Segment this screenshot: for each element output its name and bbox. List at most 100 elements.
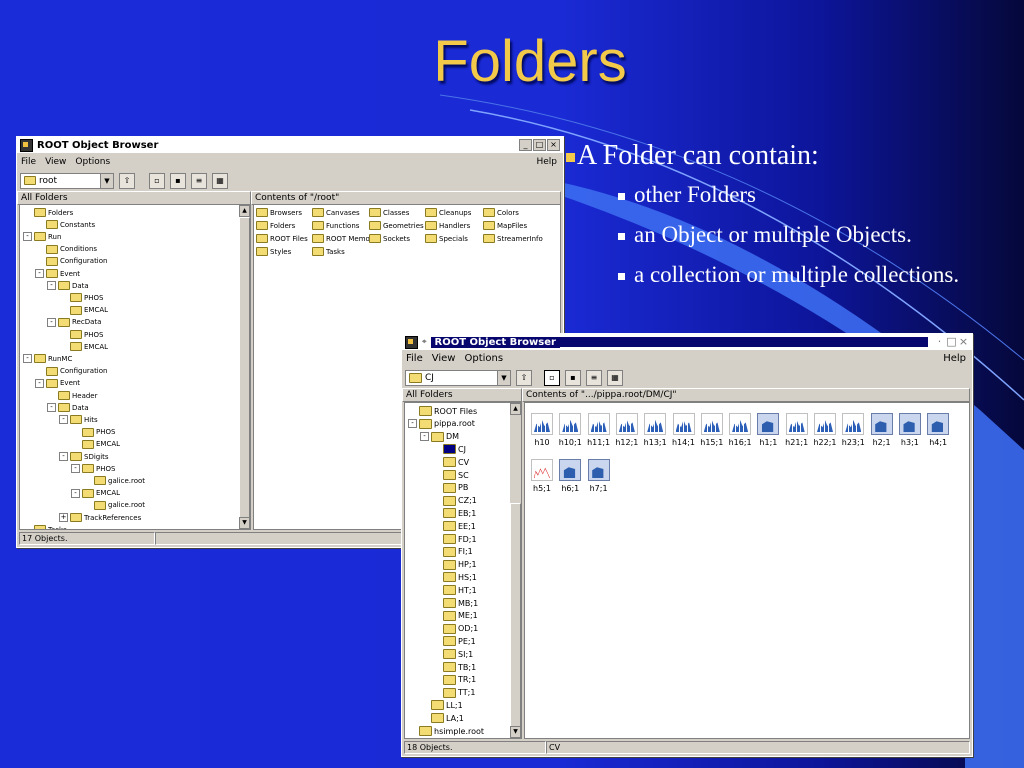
histogram-item[interactable]: h14;1	[670, 413, 698, 447]
content-item[interactable]: Tasks	[312, 247, 345, 256]
histogram-item[interactable]: h11;1	[585, 413, 613, 447]
content-item[interactable]: Cleanups	[425, 208, 471, 217]
window-titlebar[interactable]: ROOT Object Browser _ □ ×	[17, 137, 563, 153]
tree-item[interactable]: LA;1	[420, 712, 464, 724]
scrollbar[interactable]: ▲ ▼	[239, 205, 250, 529]
histogram-item[interactable]: h5;1	[528, 459, 556, 493]
expand-icon[interactable]: +	[59, 513, 68, 522]
chevron-down-icon[interactable]: ▼	[100, 173, 113, 188]
menu-options[interactable]: Options	[464, 353, 503, 364]
tree-item[interactable]: - SDigits	[59, 451, 109, 462]
large-icons-button[interactable]: ▫	[544, 369, 560, 386]
collapse-icon[interactable]: -	[47, 317, 56, 327]
path-combo[interactable]: CJ ▼	[405, 369, 511, 386]
content-item[interactable]: Sockets	[369, 234, 410, 243]
tree-item[interactable]: - EMCAL	[71, 488, 120, 499]
path-combo[interactable]: root ▼	[20, 172, 114, 189]
chevron-down-icon[interactable]: ▼	[497, 370, 510, 385]
content-item[interactable]: Functions	[312, 221, 359, 230]
content-item[interactable]: StreamerInfo	[483, 234, 543, 243]
content-item[interactable]: Folders	[256, 221, 295, 230]
minimize-button[interactable]: ·	[934, 336, 945, 347]
tree-item[interactable]: EMCAL	[59, 341, 108, 352]
scroll-up-button[interactable]: ▲	[239, 205, 250, 217]
tree-item[interactable]: Header	[47, 390, 98, 401]
folder-up-button[interactable]: ⇧	[119, 172, 135, 189]
histogram-item[interactable]: h12;1	[613, 413, 641, 447]
collapse-icon[interactable]: -	[35, 378, 44, 388]
tree-item[interactable]: + TrackReferences	[59, 512, 141, 523]
tree-item[interactable]: - Event	[35, 268, 80, 279]
maximize-button[interactable]: □	[946, 336, 957, 347]
collapse-icon[interactable]: -	[23, 354, 32, 364]
collapse-icon[interactable]: -	[408, 419, 417, 429]
tree-item[interactable]: PE;1	[432, 635, 476, 647]
tree-item[interactable]: - Run	[23, 231, 61, 242]
collapse-icon[interactable]: -	[23, 232, 32, 242]
tree-item[interactable]: Configuration	[35, 366, 107, 377]
histogram-item[interactable]: h21;1	[783, 413, 811, 447]
histogram-item[interactable]: h7;1	[585, 459, 613, 493]
histogram-item[interactable]: h23;1	[839, 413, 867, 447]
collapse-icon[interactable]: -	[59, 452, 68, 461]
content-item[interactable]: ROOT Memory	[312, 234, 377, 243]
large-icons-button[interactable]: ▫	[149, 172, 165, 189]
content-item[interactable]: Handlers	[425, 221, 470, 230]
tree-item[interactable]: - Data	[47, 280, 89, 291]
tree-item[interactable]: - Event	[35, 378, 80, 389]
close-button[interactable]: ×	[547, 139, 560, 151]
tree-item[interactable]: MB;1	[432, 597, 478, 609]
folder-up-button[interactable]: ⇧	[516, 369, 532, 386]
tree-item[interactable]: EB;1	[432, 507, 476, 519]
tree-item[interactable]: - Hits	[59, 414, 98, 425]
content-item[interactable]: Browsers	[256, 208, 302, 217]
tree-item[interactable]: galice.root	[83, 475, 145, 486]
tree-item[interactable]: TB;1	[432, 661, 476, 673]
tree-item[interactable]: Configuration	[35, 256, 107, 267]
list-view-button[interactable]: ≡	[191, 172, 207, 189]
tree-item[interactable]: PHOS	[59, 292, 103, 303]
scroll-down-button[interactable]: ▼	[239, 517, 250, 529]
tree-item[interactable]: PHOS	[59, 329, 103, 340]
content-item[interactable]: Geometries	[369, 221, 424, 230]
histogram-item[interactable]: h15;1	[698, 413, 726, 447]
content-item[interactable]: MapFiles	[483, 221, 527, 230]
histogram-item[interactable]: h4;1	[924, 413, 952, 447]
menu-view[interactable]: View	[45, 157, 66, 167]
maximize-button[interactable]: □	[533, 139, 546, 151]
tree-item[interactable]: - Data	[47, 402, 89, 413]
collapse-icon[interactable]: -	[47, 403, 56, 413]
tree-item[interactable]: Folders	[23, 207, 73, 218]
histogram-item[interactable]: h10;1	[556, 413, 584, 447]
tree-item[interactable]: Tasks	[23, 524, 67, 529]
collapse-icon[interactable]: -	[59, 415, 68, 425]
histogram-item[interactable]: h22;1	[811, 413, 839, 447]
tree-item[interactable]: hsimple.root	[408, 725, 484, 737]
small-icons-button[interactable]: ▪	[170, 172, 186, 189]
scroll-down-button[interactable]: ▼	[510, 726, 521, 738]
content-item[interactable]: Colors	[483, 208, 519, 217]
tree-item[interactable]: EE;1	[432, 520, 476, 532]
histogram-item[interactable]: h13;1	[641, 413, 669, 447]
details-view-button[interactable]: ▦	[212, 172, 228, 189]
tree-item[interactable]: CV	[432, 456, 469, 468]
tree-item[interactable]: EMCAL	[59, 305, 108, 316]
tree-item[interactable]: HT;1	[432, 584, 477, 596]
histogram-item[interactable]: h6;1	[556, 459, 584, 493]
tree-item[interactable]: - PHOS	[71, 463, 115, 474]
content-item[interactable]: Specials	[425, 234, 468, 243]
scroll-thumb[interactable]	[239, 217, 250, 521]
tree-item[interactable]: galice.root	[83, 500, 145, 511]
close-button[interactable]: ×	[958, 336, 969, 347]
tree-item[interactable]: OD;1	[432, 623, 478, 635]
tree-item[interactable]: TR;1	[432, 674, 476, 686]
content-item[interactable]: Canvases	[312, 208, 360, 217]
menu-help[interactable]: Help	[536, 157, 557, 167]
content-item[interactable]: Classes	[369, 208, 409, 217]
tree-item[interactable]: HP;1	[432, 559, 477, 571]
tree-item[interactable]: ROOT Files	[408, 405, 477, 417]
collapse-icon[interactable]: -	[47, 281, 56, 291]
collapse-icon[interactable]: -	[71, 488, 80, 498]
list-view-button[interactable]: ≡	[586, 369, 602, 386]
histogram-item[interactable]: h1;1	[754, 413, 782, 447]
